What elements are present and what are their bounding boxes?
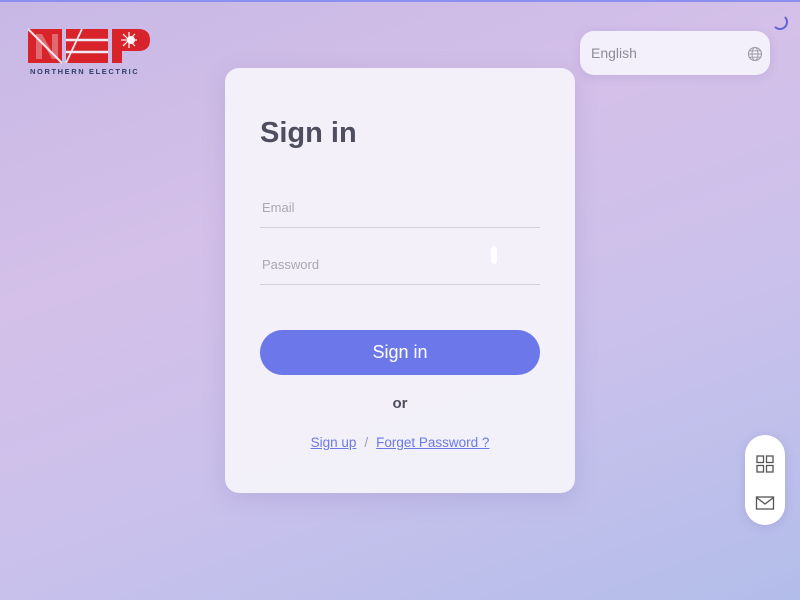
language-select[interactable]: English [580,31,770,75]
brand-logo[interactable]: NORTHERN ELECTRIC [28,28,152,78]
top-progress-line [0,0,800,2]
language-selected-value: English [591,45,637,61]
sign-up-link[interactable]: Sign up [311,435,357,450]
brand-subtitle: NORTHERN ELECTRIC [30,67,140,76]
link-separator: / [364,435,369,450]
or-divider: or [392,395,408,412]
forgot-password-link[interactable]: Forget Password ? [376,435,489,450]
loading-spinner-icon [772,14,788,30]
login-card: Sign in Sign in or Sign up / Forget Passwo… [225,68,575,493]
apps-grid-icon[interactable] [755,454,775,474]
password-input[interactable] [260,245,540,285]
mail-icon[interactable] [755,493,775,513]
nep-logo-mark [28,28,150,64]
sign-in-button[interactable]: Sign in [260,330,540,375]
password-visibility-toggle-icon[interactable] [491,246,497,264]
page-title: Sign in [260,117,357,149]
globe-icon[interactable] [747,46,763,62]
side-toolbar [745,435,785,525]
email-input[interactable] [260,188,540,228]
auth-links: Sign up / Forget Password ? [225,435,575,450]
